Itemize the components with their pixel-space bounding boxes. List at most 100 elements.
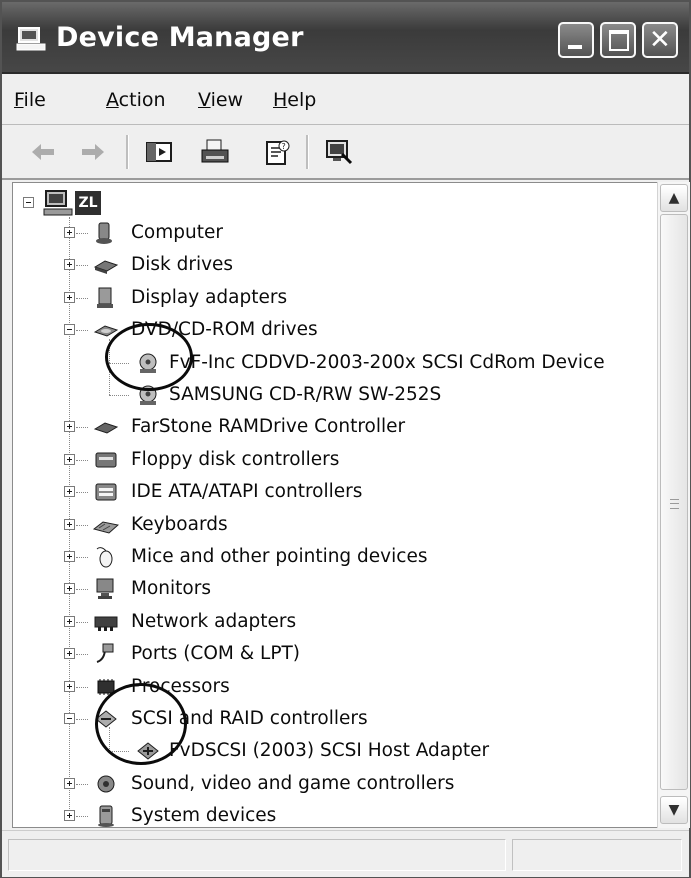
menu-help[interactable]: Help	[273, 89, 316, 111]
collapse-toggle[interactable]	[64, 713, 75, 724]
tree-category-item[interactable]: Ports (COM & LPT)	[13, 638, 657, 670]
monitor-icon	[96, 578, 114, 600]
expand-toggle[interactable]	[64, 259, 75, 271]
disk-drive-icon	[93, 260, 119, 275]
status-panel-secondary	[512, 839, 682, 871]
menu-view[interactable]: View	[198, 89, 243, 111]
status-panel-main	[8, 839, 506, 871]
root-computer-name[interactable]: ZL	[75, 191, 101, 215]
tree-item-label: FarStone RAMDrive Controller	[131, 416, 406, 438]
expand-toggle[interactable]	[64, 421, 75, 433]
annotation-circle	[105, 323, 193, 391]
tree-category-item[interactable]: System devices	[13, 800, 657, 827]
toolbar-separator	[306, 135, 309, 169]
tree-connector	[76, 557, 88, 558]
menu-help-accel: H	[273, 89, 288, 111]
menu-action-accel: A	[106, 89, 119, 111]
tree-item-label: Computer	[131, 222, 223, 243]
device-tree[interactable]: ZL Computer Disk drives Display adapters DV…	[12, 182, 658, 828]
scroll-up-button[interactable]: ▲	[660, 184, 688, 212]
ramdrive-icon	[93, 422, 119, 434]
maximize-button[interactable]	[600, 22, 636, 58]
show-hide-console-tree-icon[interactable]	[144, 138, 174, 166]
menu-action-label: ction	[118, 89, 166, 111]
svg-text:?: ?	[282, 142, 286, 151]
root-collapse-toggle[interactable]	[23, 197, 34, 208]
tree-item-label: Disk drives	[131, 254, 234, 276]
mouse-icon	[96, 547, 113, 568]
expand-toggle[interactable]	[64, 551, 75, 562]
tree-category-item[interactable]: Monitors	[13, 573, 657, 605]
tree-category-item[interactable]: Network adapters	[13, 606, 657, 638]
expand-toggle[interactable]	[64, 227, 75, 238]
chevron-up-icon: ▲	[668, 190, 680, 206]
display-adapter-icon	[97, 287, 113, 308]
menu-view-label: iew	[210, 89, 244, 111]
print-icon[interactable]	[200, 138, 230, 166]
title-bar[interactable]: Device Manager ✕	[2, 2, 689, 74]
tree-item-label: Sound, video and game controllers	[131, 772, 455, 794]
menu-action[interactable]: Action	[106, 89, 166, 111]
tree-category-item[interactable]: Disk drives	[13, 249, 657, 281]
tree-category-item[interactable]: Keyboards	[13, 509, 657, 541]
toolbar-separator	[126, 135, 129, 169]
expand-toggle[interactable]	[64, 453, 75, 465]
floppy-controller-icon	[95, 452, 117, 468]
scroll-down-button[interactable]: ▼	[660, 796, 688, 824]
menu-file-accel: F	[14, 89, 24, 111]
tree-connector	[76, 686, 88, 688]
tree-connector	[76, 783, 88, 785]
tree-category-item[interactable]: Display adapters	[13, 282, 657, 314]
menu-file[interactable]: File	[14, 89, 46, 111]
tree-connector	[76, 719, 88, 720]
properties-icon[interactable]: ?	[262, 138, 292, 166]
tree-item-label: Mice and other pointing devices	[131, 546, 428, 567]
vertical-scrollbar[interactable]: ▲ ▼	[657, 182, 690, 828]
tree-category-item[interactable]: Computer	[13, 217, 657, 249]
tree-category-item[interactable]: Floppy disk controllers	[13, 444, 657, 476]
expand-toggle[interactable]	[64, 777, 75, 789]
close-icon: ✕	[649, 25, 671, 55]
tree-connector	[76, 330, 88, 332]
tree-connector	[76, 492, 88, 494]
tree-item-label: Display adapters	[131, 286, 288, 308]
tree-item-label: SAMSUNG CD-R/RW SW-252S	[169, 384, 442, 405]
forward-arrow-icon[interactable]	[78, 138, 108, 166]
scroll-thumb[interactable]	[660, 214, 688, 790]
expand-toggle[interactable]	[64, 583, 75, 595]
tree-connector	[76, 297, 88, 299]
tree-connector	[76, 233, 88, 234]
chevron-down-icon: ▼	[668, 802, 680, 818]
expand-toggle[interactable]	[64, 291, 75, 303]
tree-connector	[76, 427, 88, 429]
system-device-icon	[98, 805, 114, 827]
tree-category-item[interactable]: Sound, video and game controllers	[13, 768, 657, 800]
minimize-button[interactable]	[558, 22, 594, 58]
tree-connector	[76, 265, 88, 267]
keyboard-icon	[93, 521, 119, 534]
menu-view-accel: V	[198, 89, 211, 111]
tree-device-item[interactable]: SAMSUNG CD-R/RW SW-252S	[13, 371, 657, 411]
tree-item-label: Monitors	[131, 578, 211, 600]
tree-category-item[interactable]: FarStone RAMDrive Controller	[13, 411, 657, 443]
sound-icon	[97, 775, 115, 793]
close-button[interactable]: ✕	[642, 22, 678, 58]
collapse-toggle[interactable]	[64, 324, 75, 336]
device-manager-window: Device Manager ✕ File Action View Help ?…	[0, 0, 691, 878]
tree-connector	[76, 524, 88, 526]
menu-file-label: ile	[23, 89, 46, 111]
expand-toggle[interactable]	[64, 810, 75, 822]
back-arrow-icon[interactable]	[28, 138, 58, 166]
tree-item-label: Floppy disk controllers	[131, 448, 340, 470]
expand-toggle[interactable]	[64, 615, 75, 627]
scan-hardware-icon[interactable]	[324, 138, 354, 166]
annotation-circle	[95, 683, 187, 765]
tree-category-item[interactable]: Mice and other pointing devices	[13, 541, 657, 573]
tree-connector	[76, 459, 88, 461]
tree-category-item[interactable]: IDE ATA/ATAPI controllers	[13, 476, 657, 508]
expand-toggle[interactable]	[64, 648, 75, 660]
expand-toggle[interactable]	[64, 518, 75, 530]
expand-toggle[interactable]	[64, 486, 75, 498]
tree-item-label: System devices	[131, 805, 277, 827]
expand-toggle[interactable]	[64, 680, 75, 692]
